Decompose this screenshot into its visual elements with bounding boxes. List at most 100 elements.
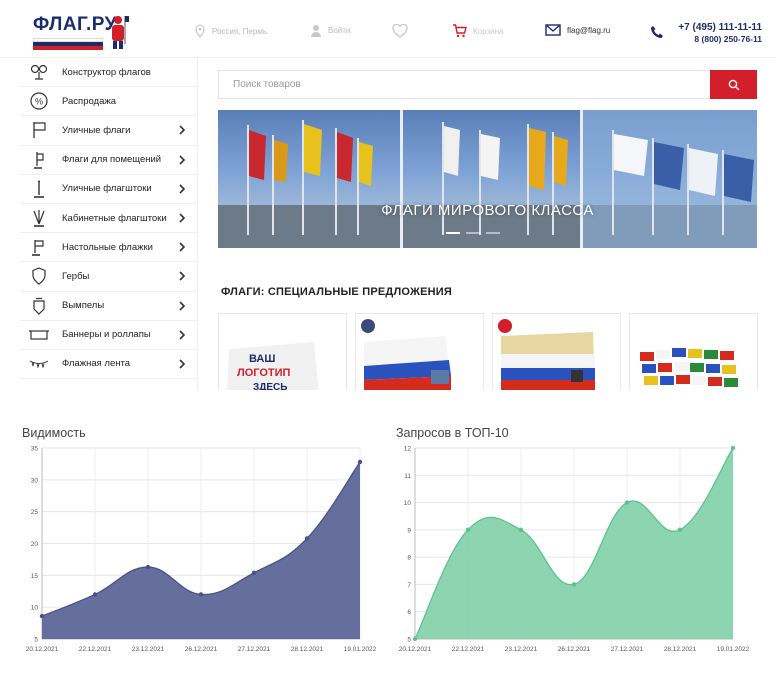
offer-card[interactable]: [492, 313, 621, 390]
sidebar-item-label: Вымпелы: [62, 300, 105, 312]
x-tick-label: 20.12.2021: [26, 646, 59, 653]
banner-dot[interactable]: [446, 232, 460, 234]
sidebar-item-label: Флаги для помещений: [62, 154, 162, 166]
pennant-icon: [28, 295, 50, 317]
y-tick-label: 6: [407, 609, 411, 616]
data-point: [518, 527, 524, 533]
svg-text:ЛОГОТИП: ЛОГОТИП: [237, 367, 291, 379]
data-point: [92, 592, 98, 597]
x-tick-label: 27.12.2021: [238, 646, 271, 653]
desk-flag-icon: [28, 236, 50, 258]
sidebar-item[interactable]: % Распродажа: [20, 87, 197, 117]
email-label: flag@flag.ru: [567, 25, 611, 35]
top10-chart: 5 6 7 8 9 10 11 12 20.12.2021 22.12.2021 23.12.202…: [399, 445, 750, 654]
search-button[interactable]: [710, 70, 757, 99]
data-point: [730, 445, 736, 451]
data-point: [39, 613, 45, 619]
phone-primary[interactable]: +7 (495) 111-11-11: [650, 22, 762, 33]
offer-card[interactable]: [629, 313, 758, 390]
banner-pagination[interactable]: [446, 232, 500, 234]
garland-icon: [28, 353, 50, 375]
login-link[interactable]: Войти: [310, 24, 350, 37]
banner-caption: ФЛАГИ МИРОВОГО КЛАССА: [381, 202, 594, 219]
sidebar-item-label: Кабинетные флагштоки: [62, 212, 167, 224]
x-tick-label: 27.12.2021: [611, 646, 644, 653]
chevron-right-icon: [179, 300, 186, 311]
sidebar-item[interactable]: Уличные флагштоки: [20, 175, 197, 204]
x-tick-label: 19.01.2022: [344, 646, 377, 653]
email-link[interactable]: flag@flag.ru: [545, 24, 610, 36]
x-tick-label: 19.01.2022: [717, 646, 750, 653]
phone-secondary[interactable]: 8 (800) 250-76-11: [650, 34, 762, 44]
category-sidebar: Конструктор флагов% Распродажа Уличные фла…: [20, 58, 198, 390]
location-label: Россия, Пермь: [212, 26, 267, 36]
svg-text:ВАШ: ВАШ: [249, 353, 275, 365]
offer-card[interactable]: ВАШ ЛОГОТИП ЗДЕСЬ: [218, 313, 347, 390]
search-input[interactable]: [219, 71, 699, 98]
search-bar: [218, 70, 757, 99]
logo-flag-image: ВАШ ЛОГОТИП ЗДЕСЬ: [227, 342, 319, 390]
y-tick-label: 30: [31, 477, 39, 484]
cart-link[interactable]: Корзина: [452, 24, 503, 38]
chevron-right-icon: [179, 330, 186, 340]
banner-dot[interactable]: [466, 232, 480, 234]
sidebar-item-label: Флажная лента: [62, 358, 131, 370]
chevron-right-icon: [179, 154, 186, 165]
svg-text:ЗДЕСЬ: ЗДЕСЬ: [253, 382, 287, 390]
site-logo[interactable]: ФЛАГ.РУ: [33, 14, 129, 52]
banner-photo: [218, 110, 757, 248]
data-point: [251, 570, 257, 575]
website-screenshot: ФЛАГ.РУ Россия, Пермь Войти Корзина flag…: [0, 0, 776, 390]
chevron-right-icon: [179, 213, 186, 223]
flags-constructor-icon: [28, 61, 50, 83]
visibility-chart: 5 10 15 20 25 30 35 20.12.2021 22.12.2021 23.12.2…: [26, 446, 377, 654]
flagpole-icon: [28, 178, 50, 200]
cart-label: Корзина: [473, 26, 504, 36]
chevron-right-icon: [179, 359, 186, 369]
favorites-link[interactable]: [392, 24, 408, 38]
x-tick-label: 20.12.2021: [399, 646, 432, 653]
data-point: [571, 582, 577, 587]
data-point: [304, 536, 310, 541]
offer-card[interactable]: [355, 313, 484, 390]
y-tick-label: 8: [407, 555, 411, 562]
login-label: Войти: [328, 26, 351, 35]
y-tick-label: 11: [404, 473, 411, 480]
y-tick-label: 10: [31, 605, 39, 612]
data-point: [465, 527, 471, 533]
chart-title-visibility: Видимость: [22, 426, 86, 440]
banner-dot[interactable]: [486, 232, 500, 234]
street-flag-icon: [28, 119, 50, 141]
banner-icon: [28, 324, 50, 346]
chevron-right-icon: [179, 184, 186, 194]
y-tick-label: 15: [31, 573, 39, 580]
promo-banner[interactable]: ФЛАГИ МИРОВОГО КЛАССА: [218, 110, 757, 248]
site-header: ФЛАГ.РУ Россия, Пермь Войти Корзина flag…: [0, 0, 776, 58]
russia-flag-image: [364, 336, 451, 390]
logo-stripes: [33, 38, 103, 50]
y-tick-label: 9: [407, 527, 411, 534]
sidebar-item[interactable]: Настольные флажки: [20, 233, 197, 263]
user-icon: [311, 25, 321, 37]
sidebar-item[interactable]: Вымпелы: [20, 292, 197, 321]
sidebar-item[interactable]: Конструктор флагов: [20, 58, 197, 88]
x-tick-label: 28.12.2021: [664, 646, 697, 653]
offers-cards: ВАШ ЛОГОТИП ЗДЕСЬ: [218, 313, 758, 390]
cart-icon: [453, 24, 467, 38]
sidebar-item[interactable]: Флажная лента: [20, 350, 197, 380]
offers-title: ФЛАГИ: СПЕЦИАЛЬНЫЕ ПРЕДЛОЖЕНИЯ: [221, 286, 453, 298]
sidebar-item[interactable]: Флаги для помещений: [20, 146, 197, 175]
chart-title-top10: Запросов в ТОП-10: [396, 426, 509, 440]
x-tick-label: 23.12.2021: [132, 646, 165, 653]
x-tick-label: 22.12.2021: [79, 646, 112, 653]
sidebar-item[interactable]: Гербы: [20, 262, 197, 292]
percent-icon: %: [28, 90, 50, 112]
sidebar-item[interactable]: Баннеры и роллапы: [20, 321, 197, 350]
sidebar-item[interactable]: Кабинетные флагштоки: [20, 204, 197, 234]
sidebar-item-label: Конструктор флагов: [62, 66, 151, 78]
data-point: [357, 459, 363, 465]
phone-block[interactable]: +7 (495) 111-11-11 8 (800) 250-76-11: [650, 22, 762, 44]
location-selector[interactable]: Россия, Пермь: [194, 24, 267, 38]
sidebar-item-label: Баннеры и роллапы: [62, 329, 151, 341]
sidebar-item[interactable]: Уличные флаги: [20, 116, 197, 146]
